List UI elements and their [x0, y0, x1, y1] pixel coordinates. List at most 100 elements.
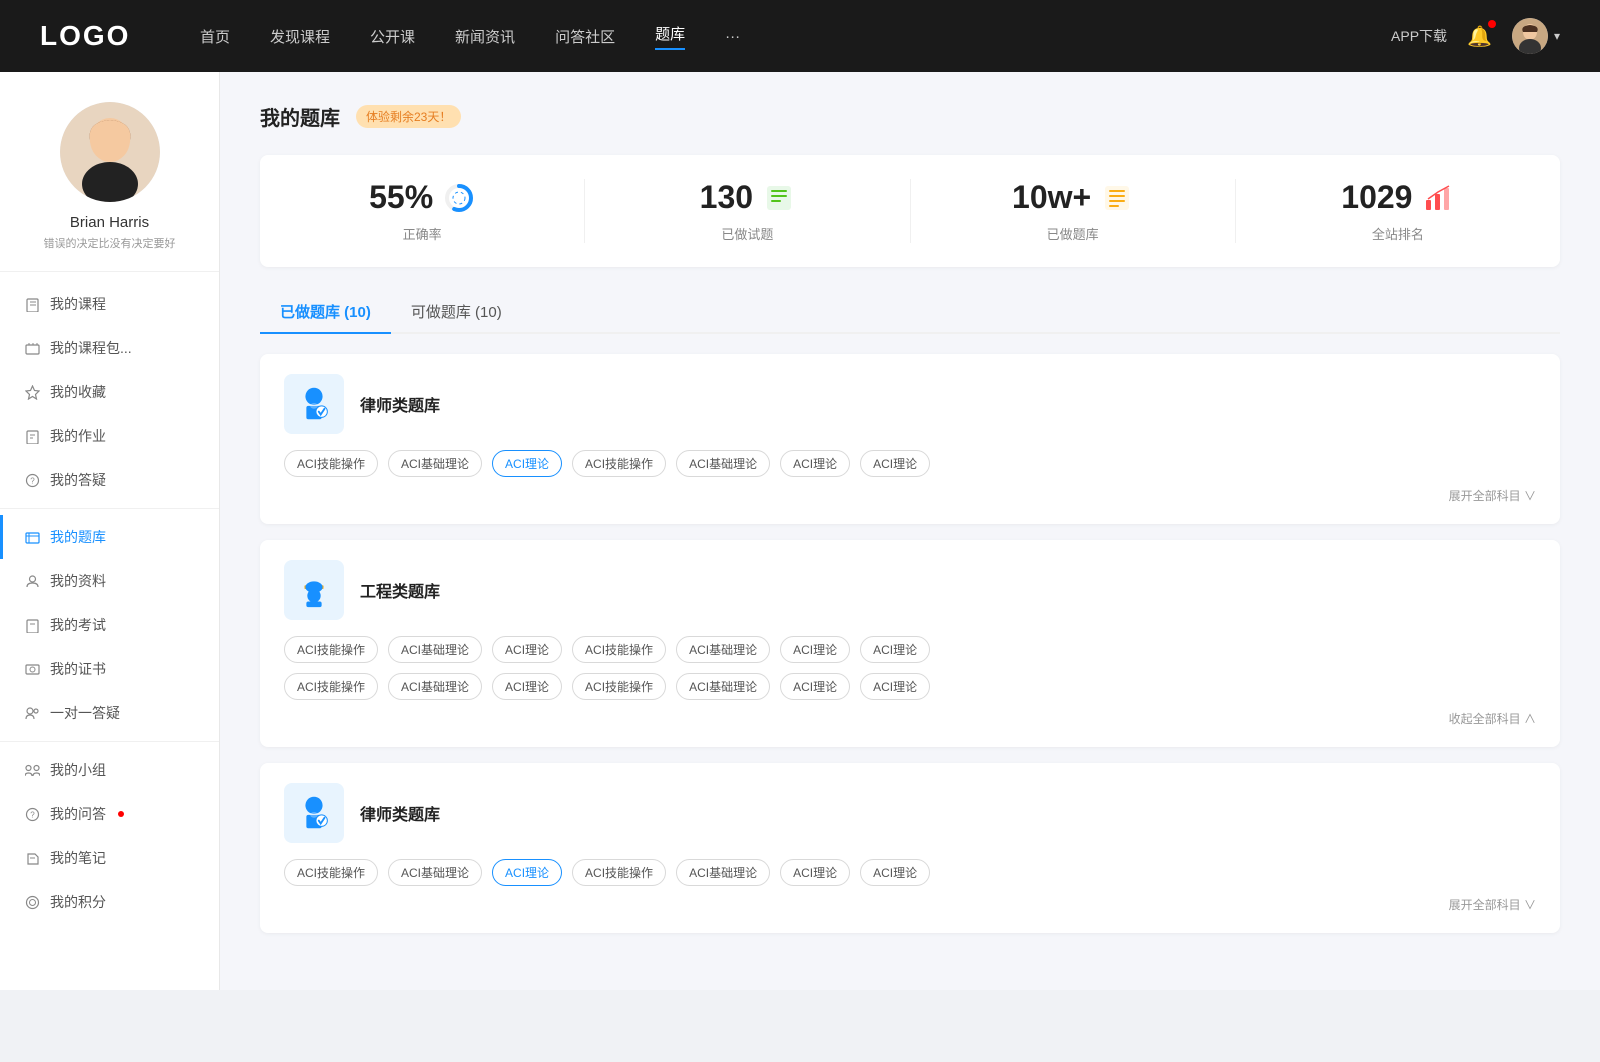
stat-done-questions-label: 已做试题	[721, 224, 773, 243]
stats-row: 55% 正确率 130	[260, 155, 1560, 267]
bank-title-engineer: 工程类题库	[360, 578, 440, 602]
tag-2-3[interactable]: ACI技能操作	[572, 859, 666, 886]
tag-0-3[interactable]: ACI技能操作	[572, 450, 666, 477]
main-content: 我的题库 体验剩余23天！ 55% 正确率	[220, 72, 1600, 990]
tag-0-1[interactable]: ACI基础理论	[388, 450, 482, 477]
bank-title-lawyer-2: 律师类题库	[360, 801, 440, 825]
user-avatar-menu[interactable]: ▾	[1512, 18, 1560, 54]
tag-1-12[interactable]: ACI理论	[780, 673, 850, 700]
done-questions-icon	[763, 182, 795, 214]
tag-2-0[interactable]: ACI技能操作	[284, 859, 378, 886]
certificate-icon	[24, 661, 40, 677]
nav-news[interactable]: 新闻资讯	[455, 26, 515, 47]
tag-0-0[interactable]: ACI技能操作	[284, 450, 378, 477]
sidebar-item-homework-label: 我的作业	[50, 426, 106, 446]
tab-available-banks[interactable]: 可做题库 (10)	[391, 291, 522, 332]
toggle-lawyer-1[interactable]: 展开全部科目 ∨	[1449, 487, 1536, 504]
nav-home[interactable]: 首页	[200, 26, 230, 47]
exam-icon	[24, 617, 40, 633]
tab-row: 已做题库 (10) 可做题库 (10)	[260, 291, 1560, 334]
lawyer-bank-icon-2	[284, 783, 344, 843]
tag-1-2[interactable]: ACI理论	[492, 636, 562, 663]
nav-open-course[interactable]: 公开课	[370, 26, 415, 47]
sidebar-item-notes[interactable]: 我的笔记	[0, 836, 219, 880]
stat-accuracy-value: 55%	[369, 179, 433, 216]
tag-0-4[interactable]: ACI基础理论	[676, 450, 770, 477]
notes-icon	[24, 850, 40, 866]
tag-1-11[interactable]: ACI基础理论	[676, 673, 770, 700]
tag-1-0[interactable]: ACI技能操作	[284, 636, 378, 663]
sidebar-item-questions[interactable]: ? 我的答疑	[0, 458, 219, 502]
sidebar-item-exam-label: 我的考试	[50, 615, 106, 635]
sidebar-item-profile[interactable]: 我的资料	[0, 559, 219, 603]
courses-icon	[24, 296, 40, 312]
tag-1-8[interactable]: ACI基础理论	[388, 673, 482, 700]
nav-qa[interactable]: 问答社区	[555, 26, 615, 47]
nav-question-bank[interactable]: 题库	[655, 23, 685, 50]
sidebar-item-favorites-label: 我的收藏	[50, 382, 106, 402]
tag-0-2[interactable]: ACI理论	[492, 450, 562, 477]
tag-1-13[interactable]: ACI理论	[860, 673, 930, 700]
sidebar-item-group[interactable]: 我的小组	[0, 748, 219, 792]
sidebar-item-profile-label: 我的资料	[50, 571, 106, 591]
tag-0-6[interactable]: ACI理论	[860, 450, 930, 477]
sidebar-item-points[interactable]: 我的积分	[0, 880, 219, 924]
bank-footer-engineer: 收起全部科目 ∧	[284, 710, 1536, 727]
tag-1-4[interactable]: ACI基础理论	[676, 636, 770, 663]
profile-motto: 错误的决定比没有决定要好	[44, 235, 176, 251]
stat-accuracy-top: 55%	[369, 179, 475, 216]
tag-1-1[interactable]: ACI基础理论	[388, 636, 482, 663]
stat-done-banks-value: 10w+	[1012, 179, 1091, 216]
bank-tags-lawyer-1: ACI技能操作 ACI基础理论 ACI理论 ACI技能操作 ACI基础理论 AC…	[284, 450, 1536, 477]
bank-tags-lawyer-2: ACI技能操作 ACI基础理论 ACI理论 ACI技能操作 ACI基础理论 AC…	[284, 859, 1536, 886]
tag-1-5[interactable]: ACI理论	[780, 636, 850, 663]
bank-title-lawyer-1: 律师类题库	[360, 392, 440, 416]
nav-more[interactable]: ···	[725, 28, 740, 45]
sidebar-menu: 我的课程 我的课程包... 我的收藏 我的作业	[0, 272, 219, 934]
toggle-lawyer-2[interactable]: 展开全部科目 ∨	[1449, 896, 1536, 913]
sidebar-item-homework[interactable]: 我的作业	[0, 414, 219, 458]
ranking-icon	[1422, 182, 1454, 214]
tag-2-6[interactable]: ACI理论	[860, 859, 930, 886]
tag-1-7[interactable]: ACI技能操作	[284, 673, 378, 700]
tag-2-5[interactable]: ACI理论	[780, 859, 850, 886]
tag-1-10[interactable]: ACI技能操作	[572, 673, 666, 700]
bank-card-lawyer-1: 律师类题库 ACI技能操作 ACI基础理论 ACI理论 ACI技能操作 ACI基…	[260, 354, 1560, 524]
tag-2-4[interactable]: ACI基础理论	[676, 859, 770, 886]
profile-section: Brian Harris 错误的决定比没有决定要好	[0, 102, 219, 272]
app-download-button[interactable]: APP下载	[1391, 26, 1447, 46]
sidebar-item-my-qa[interactable]: ? 我的问答	[0, 792, 219, 836]
stat-done-questions-value: 130	[700, 179, 753, 216]
nav-discover[interactable]: 发现课程	[270, 26, 330, 47]
sidebar-item-courses[interactable]: 我的课程	[0, 282, 219, 326]
toggle-engineer[interactable]: 收起全部科目 ∧	[1449, 710, 1536, 727]
tag-1-6[interactable]: ACI理论	[860, 636, 930, 663]
stat-accuracy-label: 正确率	[403, 224, 442, 243]
favorites-icon	[24, 384, 40, 400]
svg-text:?: ?	[30, 810, 35, 819]
tag-1-9[interactable]: ACI理论	[492, 673, 562, 700]
notification-bell[interactable]: 🔔	[1467, 24, 1492, 49]
sidebar-item-exam[interactable]: 我的考试	[0, 603, 219, 647]
homework-icon	[24, 428, 40, 444]
sidebar-item-questions-label: 我的答疑	[50, 470, 106, 490]
group-icon	[24, 762, 40, 778]
sidebar-item-certificate-label: 我的证书	[50, 659, 106, 679]
sidebar-item-1on1[interactable]: 一对一答疑	[0, 691, 219, 735]
points-icon	[24, 894, 40, 910]
sidebar-item-favorites[interactable]: 我的收藏	[0, 370, 219, 414]
page-header: 我的题库 体验剩余23天！	[260, 102, 1560, 131]
sidebar-item-certificate[interactable]: 我的证书	[0, 647, 219, 691]
sidebar-item-course-package[interactable]: 我的课程包...	[0, 326, 219, 370]
tag-2-1[interactable]: ACI基础理论	[388, 859, 482, 886]
qa-notification-dot	[118, 811, 124, 817]
sidebar-item-course-package-label: 我的课程包...	[50, 338, 132, 358]
tag-1-3[interactable]: ACI技能操作	[572, 636, 666, 663]
sidebar-item-group-label: 我的小组	[50, 760, 106, 780]
tag-0-5[interactable]: ACI理论	[780, 450, 850, 477]
tab-done-banks[interactable]: 已做题库 (10)	[260, 291, 391, 332]
sidebar-item-question-bank[interactable]: 我的题库	[0, 515, 219, 559]
sidebar-item-my-qa-label: 我的问答	[50, 804, 106, 824]
tag-2-2[interactable]: ACI理论	[492, 859, 562, 886]
bank-footer-lawyer-2: 展开全部科目 ∨	[284, 896, 1536, 913]
